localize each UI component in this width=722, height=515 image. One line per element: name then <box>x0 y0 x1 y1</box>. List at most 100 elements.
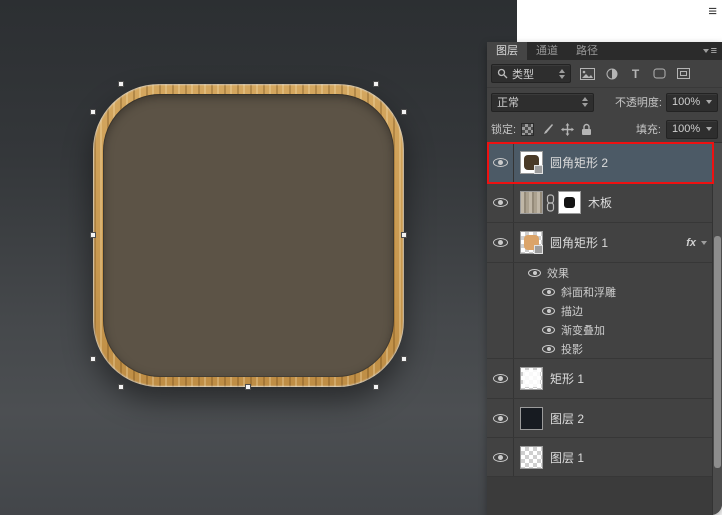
eye-icon[interactable] <box>492 413 508 423</box>
layer-name: 矩形 1 <box>550 372 585 386</box>
layer-row-wood-board[interactable]: 木板 <box>487 183 713 223</box>
effect-label: 描边 <box>561 305 583 318</box>
layer-thumbnail[interactable] <box>520 191 543 214</box>
mask-link-icon[interactable] <box>546 193 555 212</box>
anchor-handle[interactable] <box>373 384 379 390</box>
effect-label: 斜面和浮雕 <box>561 286 616 299</box>
anchor-handle[interactable] <box>90 356 96 362</box>
anchor-handle[interactable] <box>90 232 96 238</box>
eye-icon[interactable] <box>492 452 508 462</box>
menu-lines-icon: ≡ <box>710 45 717 57</box>
effect-label: 渐变叠加 <box>561 324 605 337</box>
effects-header-label: 效果 <box>547 267 569 280</box>
smart-object-filter-icon[interactable] <box>675 65 692 82</box>
anchor-handle[interactable] <box>90 109 96 115</box>
layer-row-layer-1[interactable]: 图层 1 <box>487 438 713 477</box>
layer-list-scrollbar[interactable] <box>712 143 722 515</box>
adjustment-layer-filter-icon[interactable] <box>603 65 620 82</box>
tab-layers[interactable]: 图层 <box>487 42 527 60</box>
lock-label: 锁定: <box>491 124 517 136</box>
layer-thumbnail[interactable] <box>520 151 543 174</box>
eye-icon[interactable] <box>542 344 555 353</box>
page-background: ≡ <box>517 0 722 42</box>
panel-menu-button[interactable]: ≡ <box>702 42 722 60</box>
layer-row-rect-1[interactable]: 矩形 1 <box>487 359 713 399</box>
eye-icon[interactable] <box>492 238 508 247</box>
shape-layer-filter-icon[interactable] <box>651 65 668 82</box>
lock-bar: 锁定: 填充: 100% <box>487 116 722 143</box>
anchor-handle[interactable] <box>401 232 407 238</box>
eye-icon[interactable] <box>528 268 541 277</box>
anchor-handle[interactable] <box>401 109 407 115</box>
eye-icon[interactable] <box>492 198 508 207</box>
anchor-handle[interactable] <box>373 81 379 87</box>
fill-input[interactable]: 100% <box>666 119 718 139</box>
effects-header-row[interactable]: 效果 <box>487 263 713 282</box>
anchor-handle[interactable] <box>118 384 124 390</box>
visibility-cell[interactable] <box>487 438 514 476</box>
lock-pixels-brush-icon[interactable] <box>541 123 554 136</box>
tab-paths[interactable]: 路径 <box>567 42 607 60</box>
visibility-cell[interactable] <box>487 399 514 437</box>
effects-block: 效果 斜面和浮雕 描边 渐变叠加 投影 <box>487 263 713 359</box>
page-corner-menu-icon[interactable]: ≡ <box>708 4 717 20</box>
visibility-cell <box>487 282 514 301</box>
filter-type-buttons: T <box>579 65 692 82</box>
effect-row-drop-shadow[interactable]: 投影 <box>487 339 713 358</box>
layer-name: 圆角矩形 1 <box>550 236 609 250</box>
fill-label: 填充: <box>635 124 661 136</box>
opacity-label: 不透明度: <box>614 97 662 109</box>
opacity-input[interactable]: 100% <box>666 92 718 112</box>
visibility-cell[interactable] <box>487 183 514 222</box>
lock-all-padlock-icon[interactable] <box>581 123 592 136</box>
eye-icon[interactable] <box>492 374 508 383</box>
chevron-down-icon <box>702 49 709 53</box>
lock-position-move-icon[interactable] <box>561 122 575 136</box>
visibility-cell <box>487 301 514 320</box>
layer-mask-thumbnail[interactable] <box>558 191 581 214</box>
chevron-down-icon <box>706 127 712 131</box>
tab-channels[interactable]: 通道 <box>527 42 567 60</box>
layer-thumbnail[interactable] <box>520 406 543 430</box>
eye-icon[interactable] <box>542 325 555 334</box>
blend-mode-dropdown[interactable]: 正常 <box>491 92 594 112</box>
layer-list: 圆角矩形 2 木板 圆角矩形 1 fx 效果 斜面和浮雕 描边 渐变叠加 投影 … <box>487 143 713 515</box>
effects-collapse-icon[interactable] <box>701 240 707 245</box>
layer-row-rounded-rect-2[interactable]: 圆角矩形 2 <box>487 143 713 183</box>
layer-thumbnail[interactable] <box>520 367 543 390</box>
inner-rounded-rect-shape <box>103 94 394 377</box>
anchor-handle[interactable] <box>401 356 407 362</box>
lock-transparency-icon[interactable] <box>521 122 535 136</box>
effect-row-bevel-emboss[interactable]: 斜面和浮雕 <box>487 282 713 301</box>
blend-mode-value: 正常 <box>497 97 519 109</box>
filter-kind-dropdown[interactable]: 类型 <box>491 64 571 83</box>
scrollbar-thumb[interactable] <box>714 236 721 468</box>
eye-icon[interactable] <box>542 287 555 296</box>
anchor-handle[interactable] <box>245 384 251 390</box>
type-layer-filter-icon[interactable]: T <box>627 65 644 82</box>
layer-row-layer-2[interactable]: 图层 2 <box>487 399 713 438</box>
eye-icon[interactable] <box>492 158 508 167</box>
effect-row-stroke[interactable]: 描边 <box>487 301 713 320</box>
visibility-cell <box>487 339 514 358</box>
visibility-cell[interactable] <box>487 143 514 182</box>
fill-value: 100% <box>672 123 701 135</box>
anchor-handle[interactable] <box>118 81 124 87</box>
layer-name: 木板 <box>588 196 613 210</box>
effect-row-gradient-overlay[interactable]: 渐变叠加 <box>487 320 713 339</box>
search-icon <box>497 68 508 79</box>
eye-icon[interactable] <box>542 306 555 315</box>
document-canvas[interactable] <box>0 0 517 515</box>
visibility-cell[interactable] <box>487 359 514 398</box>
layers-panel: 图层 通道 路径 ≡ 类型 T 正常 不透明度: 100% 锁定: 填充: 10… <box>487 42 722 515</box>
pixel-layer-filter-icon[interactable] <box>579 65 596 82</box>
rounded-icon-artwork[interactable] <box>90 81 407 390</box>
layer-row-rounded-rect-1[interactable]: 圆角矩形 1 fx <box>487 223 713 263</box>
layer-thumbnail[interactable] <box>520 231 543 254</box>
layer-thumbnail[interactable] <box>520 445 543 469</box>
layer-name: 圆角矩形 2 <box>550 156 609 170</box>
mask-shape-preview <box>564 197 575 208</box>
panel-tabbar: 图层 通道 路径 ≡ <box>487 42 722 60</box>
fx-icon: fx <box>686 236 696 249</box>
visibility-cell[interactable] <box>487 223 514 262</box>
